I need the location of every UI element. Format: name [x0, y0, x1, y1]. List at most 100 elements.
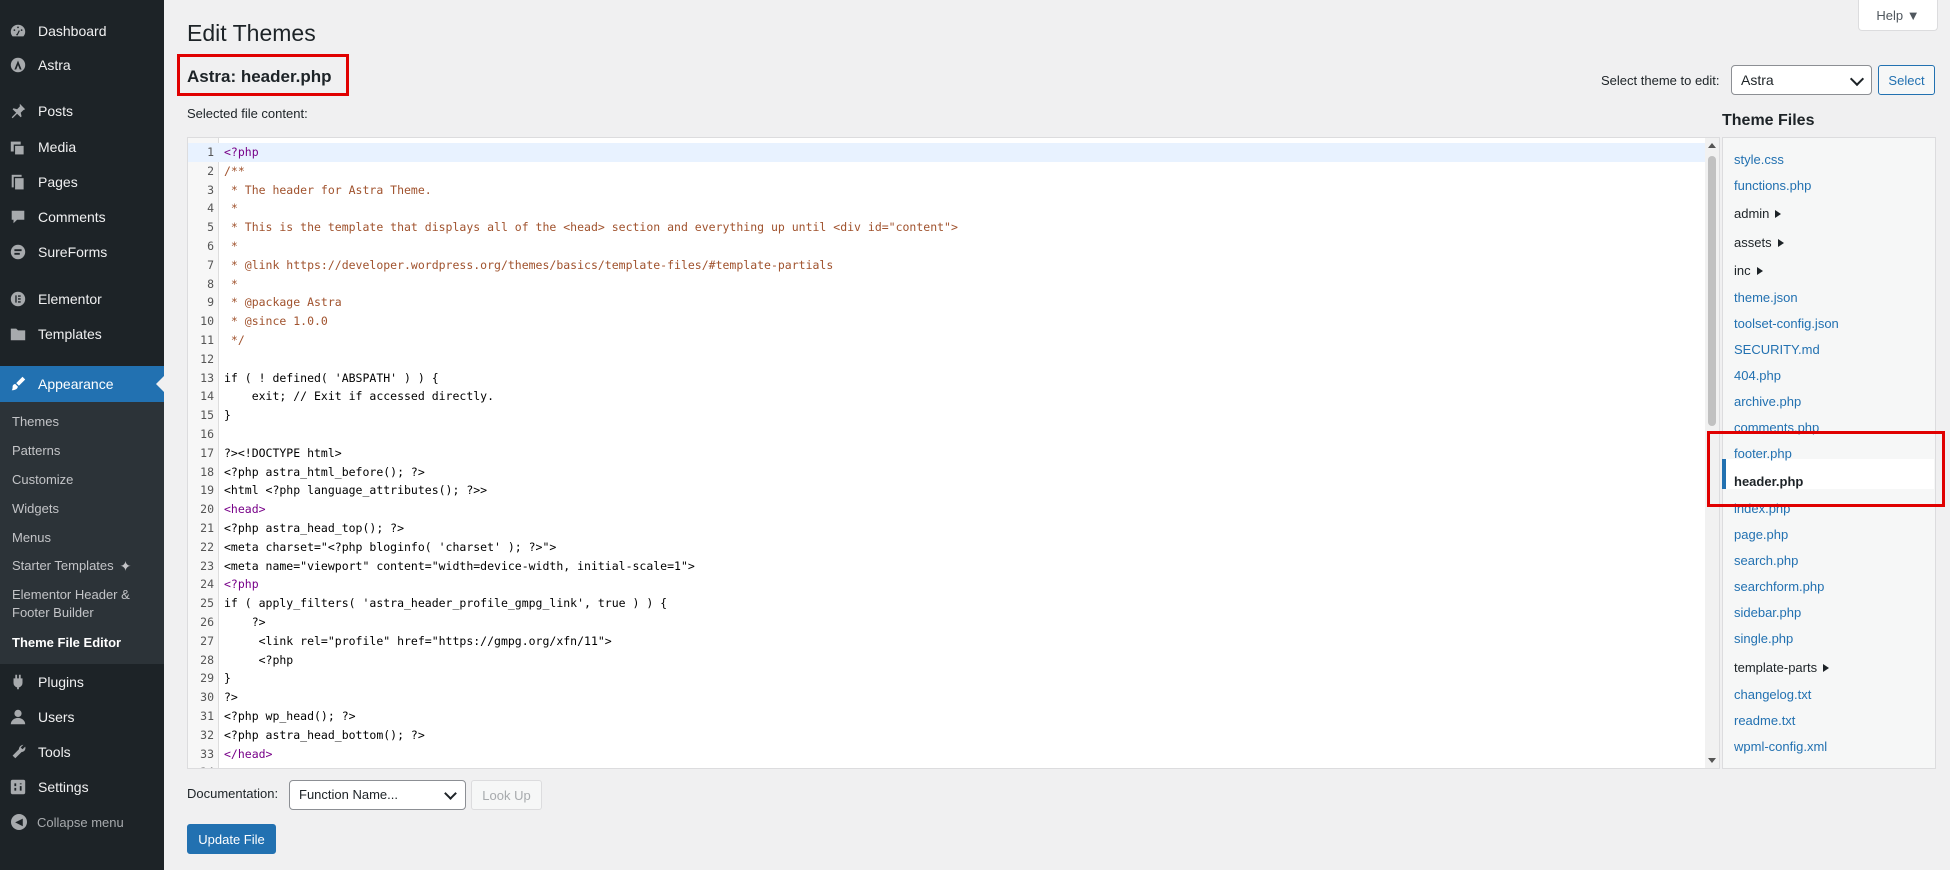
scrollbar-thumb[interactable] — [1708, 156, 1716, 426]
submenu-item-themes[interactable]: Themes — [12, 413, 59, 431]
theme-file-link[interactable]: wpml-config.xml — [1734, 739, 1827, 755]
code-line[interactable]: 2 /** — [188, 162, 1708, 181]
theme-file-link[interactable]: 404.php — [1734, 368, 1781, 384]
code-line[interactable]: 10 * @since 1.0.0 — [188, 312, 1708, 331]
code-line[interactable]: 31 <?php wp_head(); ?> — [188, 707, 1708, 726]
code-line[interactable]: 11 */ — [188, 331, 1708, 350]
code-line[interactable]: 5 * This is the template that displays a… — [188, 218, 1708, 237]
submenu-item-starter-templates[interactable]: Starter Templates ✦ — [12, 557, 131, 575]
line-number: 30 — [200, 690, 214, 705]
line-number: 7 — [207, 257, 214, 272]
sidebar-item-plugins[interactable]: Plugins — [0, 668, 164, 696]
code-line[interactable]: 9 * @package Astra — [188, 293, 1708, 312]
theme-folder-admin[interactable]: admin — [1734, 206, 1782, 222]
code-line[interactable]: 28 <?php — [188, 651, 1708, 670]
sidebar-item-settings[interactable]: Settings — [0, 773, 164, 801]
line-number: 21 — [200, 520, 214, 535]
code-text: <?php — [224, 145, 259, 159]
theme-file-link[interactable]: page.php — [1734, 527, 1788, 543]
scroll-up-icon[interactable] — [1708, 143, 1716, 148]
theme-file-link[interactable]: readme.txt — [1734, 713, 1795, 729]
submenu-item-widgets[interactable]: Widgets — [12, 500, 59, 518]
code-line[interactable]: 24 <?php — [188, 575, 1708, 594]
theme-file-link[interactable]: search.php — [1734, 553, 1798, 569]
select-theme-button[interactable]: Select — [1878, 65, 1935, 95]
sidebar-item-media[interactable]: Media — [0, 133, 164, 161]
chevron-down-icon — [1849, 71, 1865, 87]
scroll-down-icon[interactable] — [1708, 758, 1716, 763]
code-line[interactable]: 30 ?> — [188, 688, 1708, 707]
settings-icon — [8, 777, 28, 797]
dashboard-icon — [8, 21, 28, 41]
theme-file-link[interactable]: single.php — [1734, 631, 1793, 647]
theme-folder-template-parts[interactable]: template-parts — [1734, 660, 1830, 676]
theme-select[interactable]: Astra — [1731, 65, 1872, 95]
submenu-item-customize[interactable]: Customize — [12, 471, 73, 489]
sidebar-item-elementor[interactable]: Elementor — [0, 285, 164, 313]
code-editor[interactable]: 1 <?php 2 /** 3 * The header for Astra Theme… — [187, 137, 1720, 769]
submenu-item-patterns[interactable]: Patterns — [12, 442, 60, 460]
theme-file-link[interactable]: archive.php — [1734, 394, 1801, 410]
look-up-button[interactable]: Look Up — [471, 780, 542, 810]
theme-file-link[interactable]: changelog.txt — [1734, 687, 1811, 703]
code-line[interactable]: 4 * — [188, 199, 1708, 218]
code-line[interactable]: 19 <html <?php language_attributes(); ?>> — [188, 481, 1708, 500]
sidebar-item-dashboard[interactable]: Dashboard — [0, 17, 164, 45]
code-line[interactable]: 32 <?php astra_head_bottom(); ?> — [188, 726, 1708, 745]
code-line[interactable]: 6 * — [188, 237, 1708, 256]
sidebar-item-templates[interactable]: Templates — [0, 320, 164, 348]
sidebar-item-tools[interactable]: Tools — [0, 738, 164, 766]
code-line[interactable]: 15} — [188, 406, 1708, 425]
theme-file-link[interactable]: functions.php — [1734, 178, 1811, 194]
code-line[interactable]: 13 if ( ! defined( 'ABSPATH' ) ) { — [188, 369, 1708, 388]
code-text: * — [224, 276, 238, 291]
sidebar-item-sureforms[interactable]: SureForms — [0, 238, 164, 266]
theme-file-link[interactable]: sidebar.php — [1734, 605, 1801, 621]
code-line[interactable]: 26 ?> — [188, 613, 1708, 632]
code-line[interactable]: 17 ?><!DOCTYPE html> — [188, 444, 1708, 463]
collapse-menu-button[interactable]: ◀ Collapse menu — [0, 810, 164, 834]
code-line[interactable]: 21 <?php astra_head_top(); ?> — [188, 519, 1708, 538]
admin-sidebar: Dashboard Astra Posts Media Pages Commen… — [0, 0, 164, 870]
code-line[interactable]: 29} — [188, 669, 1708, 688]
code-line[interactable]: 1 <?php — [188, 143, 1708, 162]
code-text: </head> — [224, 746, 273, 761]
theme-file-link[interactable]: style.css — [1734, 152, 1784, 168]
function-name-select[interactable]: Function Name... — [289, 780, 466, 810]
code-line[interactable]: 27 <link rel="profile" href="https://gmp… — [188, 632, 1708, 651]
theme-file-link[interactable]: SECURITY.md — [1734, 342, 1820, 358]
theme-file-link[interactable]: searchform.php — [1734, 579, 1824, 595]
code-line[interactable]: 14 exit; // Exit if accessed directly. — [188, 387, 1708, 406]
sidebar-item-users[interactable]: Users — [0, 703, 164, 731]
sidebar-item-astra[interactable]: Astra — [0, 51, 164, 79]
theme-folder-inc[interactable]: inc — [1734, 263, 1763, 279]
code-line[interactable]: 16 — [188, 425, 1708, 444]
code-line[interactable]: 34 — [188, 763, 1708, 768]
code-line[interactable]: 12 — [188, 350, 1708, 369]
help-tab-button[interactable]: Help ▼ — [1858, 0, 1938, 31]
code-line[interactable]: 25 if ( apply_filters( 'astra_header_prof… — [188, 594, 1708, 613]
submenu-item-menus[interactable]: Menus — [12, 529, 51, 547]
code-lines: 1 <?php 2 /** 3 * The header for Astra Theme… — [188, 143, 1708, 768]
sidebar-item-label: Posts — [38, 103, 74, 119]
theme-file-link[interactable]: theme.json — [1734, 290, 1798, 306]
code-line[interactable]: 8 * — [188, 275, 1708, 294]
theme-file-link[interactable]: toolset-config.json — [1734, 316, 1839, 332]
sidebar-item-comments[interactable]: Comments — [0, 203, 164, 231]
code-line[interactable]: 7 * @link https://developer.wordpress.or… — [188, 256, 1708, 275]
sidebar-item-appearance[interactable]: Appearance — [0, 366, 164, 402]
sidebar-item-pages[interactable]: Pages — [0, 168, 164, 196]
theme-folder-assets[interactable]: assets — [1734, 235, 1784, 251]
submenu-item-elementor-header-footer[interactable]: Elementor Header & Footer Builder — [12, 586, 130, 622]
update-file-button[interactable]: Update File — [187, 824, 276, 854]
code-line[interactable]: 22 <meta charset="<?php bloginfo( 'charse… — [188, 538, 1708, 557]
code-line[interactable]: 20 <head> — [188, 500, 1708, 519]
code-line[interactable]: 3 * The header for Astra Theme. — [188, 181, 1708, 200]
code-line[interactable]: 23 <meta name="viewport" content="width=d… — [188, 557, 1708, 576]
code-line[interactable]: 33 </head> — [188, 745, 1708, 764]
sidebar-item-posts[interactable]: Posts — [0, 97, 164, 125]
media-icon — [8, 137, 28, 157]
sidebar-item-label: Templates — [38, 326, 102, 342]
submenu-item-theme-file-editor[interactable]: Theme File Editor — [12, 634, 121, 652]
code-line[interactable]: 18 <?php astra_html_before(); ?> — [188, 463, 1708, 482]
